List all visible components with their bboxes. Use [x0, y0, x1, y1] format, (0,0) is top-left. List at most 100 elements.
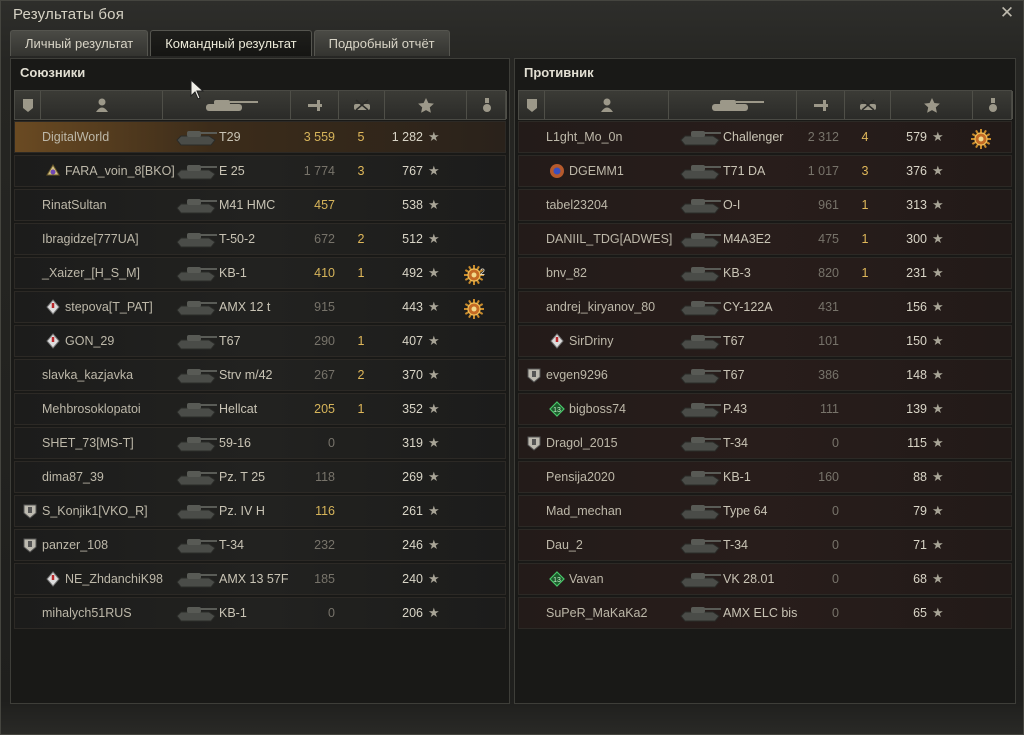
rank-red-badge-icon	[45, 333, 60, 349]
enemies-table-row[interactable]: Mad_mechan Type 64 0 79 ★	[518, 495, 1012, 527]
allies-column-medal-icon[interactable]	[467, 91, 507, 119]
enemies-table-row[interactable]: DGEMM1 T71 DA 1 017 3 376 ★	[518, 155, 1012, 187]
tank-name: T67	[723, 334, 745, 348]
enemies-table-row[interactable]: L1ght_Mo_0n Challenger 2 312 4 579 ★	[518, 121, 1012, 153]
tank-thumbnail-icon	[677, 398, 723, 420]
player-name: _Xaizer_[H_S_M]	[42, 266, 140, 280]
close-icon[interactable]: ✕	[999, 4, 1015, 21]
experience-value: 376	[906, 164, 927, 178]
tank-name: Hellcat	[219, 402, 258, 416]
player-name: RinatSultan	[42, 198, 107, 212]
achievement-medal-icon[interactable]	[463, 298, 484, 319]
shield-badge-icon	[526, 367, 541, 383]
player-name: stepova[T_PAT]	[65, 300, 153, 314]
tank-thumbnail-icon	[677, 602, 723, 624]
tank-thumbnail-icon	[677, 160, 723, 182]
kills-value: 4	[861, 130, 869, 144]
allies-column-tank-icon[interactable]	[163, 91, 291, 119]
experience-value: 150	[906, 334, 927, 348]
damage-value: 386	[818, 368, 839, 382]
enemies-table-row[interactable]: Pensija2020 KB-1 160 88 ★	[518, 461, 1012, 493]
tank-name: T71 DA	[723, 164, 766, 178]
experience-star-icon: ★	[932, 231, 944, 246]
allies-table-row[interactable]: GON_29 T67 290 1 407 ★	[14, 325, 506, 357]
damage-value: 475	[818, 232, 839, 246]
player-name: mihalych51RUS	[42, 606, 132, 620]
enemies-table-row[interactable]: Dau_2 T-34 0 71 ★	[518, 529, 1012, 561]
damage-value: 672	[314, 232, 335, 246]
kills-value	[859, 462, 871, 492]
enemies-table-row[interactable]: 13 Vavan VK 28.01 0 68 ★	[518, 563, 1012, 595]
allies-table-row[interactable]: SHET_73[MS-T] 59-16 0 319 ★	[14, 427, 506, 459]
enemies-column-damage-icon[interactable]	[797, 91, 845, 119]
tank-thumbnail-icon	[677, 432, 723, 454]
allies-table-row[interactable]: RinatSultan M41 HMC 457 538 ★	[14, 189, 506, 221]
rank-13-badge-icon: 13	[549, 571, 565, 587]
kills-value	[859, 394, 871, 424]
enemies-table-row[interactable]: evgen9296 T67 386 148 ★	[518, 359, 1012, 391]
kills-value: 2	[357, 232, 365, 246]
enemies-table-row[interactable]: Dragol_2015 T-34 0 115 ★	[518, 427, 1012, 459]
allies-table-row[interactable]: _Xaizer_[H_S_M] KB-1 410 1 492 ★ 2	[14, 257, 506, 289]
enemies-table-row[interactable]: andrej_kiryanov_80 CY-122A 431 156 ★	[518, 291, 1012, 323]
enemies-column-player-icon[interactable]	[545, 91, 669, 119]
tank-name: Type 64	[723, 504, 768, 518]
player-name: DGEMM1	[569, 164, 624, 178]
experience-star-icon: ★	[428, 571, 440, 586]
experience-star-icon: ★	[932, 435, 944, 450]
damage-value: 290	[314, 334, 335, 348]
allies-table-row[interactable]: Mehbrosoklopatoi Hellcat 205 1 352 ★	[14, 393, 506, 425]
kills-value	[355, 598, 367, 628]
tab-personal-result[interactable]: Личный результат	[10, 30, 149, 56]
tank-thumbnail-icon	[173, 466, 219, 488]
enemies-column-medal-icon[interactable]	[973, 91, 1013, 119]
allies-table-row[interactable]: stepova[T_PAT] AMX 12 t 915 443 ★	[14, 291, 506, 323]
allies-column-kills-icon[interactable]	[339, 91, 385, 119]
enemies-column-experience-star-icon[interactable]	[891, 91, 973, 119]
allies-column-experience-star-icon[interactable]	[385, 91, 467, 119]
tank-thumbnail-icon	[173, 262, 219, 284]
allies-table-row[interactable]: panzer_108 T-34 232 246 ★	[14, 529, 506, 561]
tab-detailed-report[interactable]: Подробный отчёт	[313, 30, 450, 56]
enemies-column-platoon-icon[interactable]	[519, 91, 545, 119]
enemies-table-row[interactable]: DANIIL_TDG[ADWES] M4A3E2 475 1 300 ★	[518, 223, 1012, 255]
experience-value: 319	[402, 436, 423, 450]
allies-table-row[interactable]: NE_ZhdanchiK98 AMX 13 57F 185 240 ★	[14, 563, 506, 595]
shield-badge-icon	[22, 503, 37, 519]
enemies-table-row[interactable]: SirDriny T67 101 150 ★	[518, 325, 1012, 357]
allies-column-player-icon[interactable]	[41, 91, 163, 119]
experience-value: 443	[402, 300, 423, 314]
allies-table-row[interactable]: mihalych51RUS KB-1 0 206 ★	[14, 597, 506, 629]
experience-value: 313	[906, 198, 927, 212]
experience-star-icon: ★	[428, 401, 440, 416]
allies-column-damage-icon[interactable]	[291, 91, 339, 119]
allies-table-row[interactable]: Ibragidze[777UA] T-50-2 672 2 512 ★	[14, 223, 506, 255]
allies-table-row[interactable]: slavka_kazjavka Strv m/42 267 2 370 ★	[14, 359, 506, 391]
damage-value: 0	[328, 436, 335, 450]
damage-value: 915	[314, 300, 335, 314]
allies-table-row[interactable]: FARA_voin_8[BKO] E 25 1 774 3 767 ★	[14, 155, 506, 187]
allies-table-row[interactable]: S_Konjik1[VKO_R] Pz. IV H 116 261 ★	[14, 495, 506, 527]
allies-column-platoon-icon[interactable]	[15, 91, 41, 119]
experience-value: 300	[906, 232, 927, 246]
damage-icon	[307, 100, 322, 111]
experience-star-icon: ★	[932, 163, 944, 178]
enemies-table-row[interactable]: bnv_82 KB-3 820 1 231 ★	[518, 257, 1012, 289]
experience-value: 269	[402, 470, 423, 484]
experience-value: 139	[906, 402, 927, 416]
tab-team-result[interactable]: Командный результат	[150, 30, 312, 56]
experience-star-icon: ★	[932, 265, 944, 280]
tank-thumbnail-icon	[677, 262, 723, 284]
allies-table-row[interactable]: DigitalWorld T29 3 559 5 1 282 ★	[14, 121, 506, 153]
enemies-table-row[interactable]: 13 bigboss74 P.43 111 139 ★	[518, 393, 1012, 425]
enemies-column-tank-icon[interactable]	[669, 91, 797, 119]
tank-name: M41 HMC	[219, 198, 276, 212]
enemies-table-row[interactable]: SuPeR_MaKaKa2 AMX ELC bis 0 65 ★	[518, 597, 1012, 629]
achievement-medal-icon[interactable]	[970, 128, 991, 149]
enemies-column-kills-icon[interactable]	[845, 91, 891, 119]
rank-red-badge-icon	[45, 299, 60, 315]
allies-table-row[interactable]: dima87_39 Pz. T 25 118 269 ★	[14, 461, 506, 493]
damage-value: 0	[832, 538, 839, 552]
enemies-table-row[interactable]: tabel23204 O-I 961 1 313 ★	[518, 189, 1012, 221]
allies-panel: Союзники DigitalWorld T29 3 559 5 1 282 ★ FARA…	[10, 58, 510, 704]
